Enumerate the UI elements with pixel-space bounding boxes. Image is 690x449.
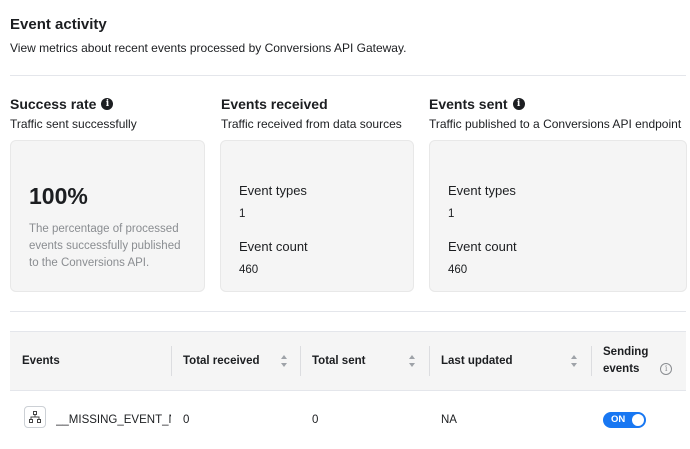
- event-count-label: Event count: [239, 239, 308, 254]
- column-separator: [429, 346, 430, 376]
- sending-events-toggle[interactable]: ON: [603, 412, 646, 428]
- column-header-sending-events: Sending events i: [603, 332, 673, 390]
- event-types-value: 1: [448, 208, 455, 220]
- event-count-label: Event count: [448, 239, 517, 254]
- event-types-label: Event types: [239, 183, 307, 198]
- success-rate-subtitle: Traffic sent successfully: [10, 117, 137, 131]
- page-title: Event activity: [10, 16, 107, 33]
- success-rate-value: 100%: [29, 183, 88, 209]
- events-table: Events Total received Total sent Last up…: [10, 331, 686, 448]
- success-rate-card: 100% The percentage of processed events …: [10, 140, 205, 292]
- info-icon[interactable]: i: [660, 362, 673, 375]
- table-row-total-received: 0: [183, 413, 190, 426]
- column-header-total-received[interactable]: Total received: [183, 332, 260, 390]
- sort-icon[interactable]: [408, 354, 416, 368]
- event-types-label: Event types: [448, 183, 516, 198]
- table-row-event-name: __MISSING_EVENT_NA: [56, 413, 171, 426]
- table-header: Events Total received Total sent Last up…: [10, 332, 686, 391]
- divider: [10, 311, 686, 312]
- table-row-last-updated: NA: [441, 413, 457, 426]
- sort-icon[interactable]: [280, 354, 288, 368]
- column-separator: [300, 346, 301, 376]
- events-sent-subtitle: Traffic published to a Conversions API e…: [429, 117, 682, 131]
- events-received-title: Events received: [221, 96, 328, 112]
- hierarchy-icon: [29, 411, 41, 423]
- row-icon-box: [24, 406, 46, 428]
- column-separator: [591, 346, 592, 376]
- events-received-card: Event types 1 Event count 460: [220, 140, 414, 292]
- sort-icon[interactable]: [570, 354, 578, 368]
- events-received-subtitle: Traffic received from data sources: [221, 117, 402, 131]
- success-rate-title: Success rate: [10, 96, 97, 112]
- events-sent-title: Events sent: [429, 96, 508, 112]
- success-rate-note: The percentage of processed events succe…: [29, 223, 181, 269]
- page-description: View metrics about recent events process…: [10, 41, 407, 55]
- column-header-total-sent[interactable]: Total sent: [312, 332, 365, 390]
- table-row-total-sent: 0: [312, 413, 319, 426]
- toggle-knob: [632, 414, 644, 426]
- column-header-last-updated[interactable]: Last updated: [441, 332, 513, 390]
- events-received-header: Events received Traffic received from da…: [221, 96, 402, 131]
- info-icon[interactable]: i: [512, 98, 525, 110]
- event-types-value: 1: [239, 208, 246, 220]
- events-sent-header: Events sent i Traffic published to a Con…: [429, 96, 681, 131]
- column-header-events: Events: [22, 355, 60, 367]
- column-separator: [171, 346, 172, 376]
- event-count-value: 460: [448, 264, 468, 276]
- divider: [10, 75, 686, 76]
- success-rate-header: Success rate i Traffic sent successfully: [10, 96, 137, 131]
- events-sent-card: Event types 1 Event count 460: [429, 140, 687, 292]
- event-count-value: 460: [239, 264, 259, 276]
- toggle-label: ON: [611, 414, 626, 425]
- info-icon[interactable]: i: [101, 98, 114, 110]
